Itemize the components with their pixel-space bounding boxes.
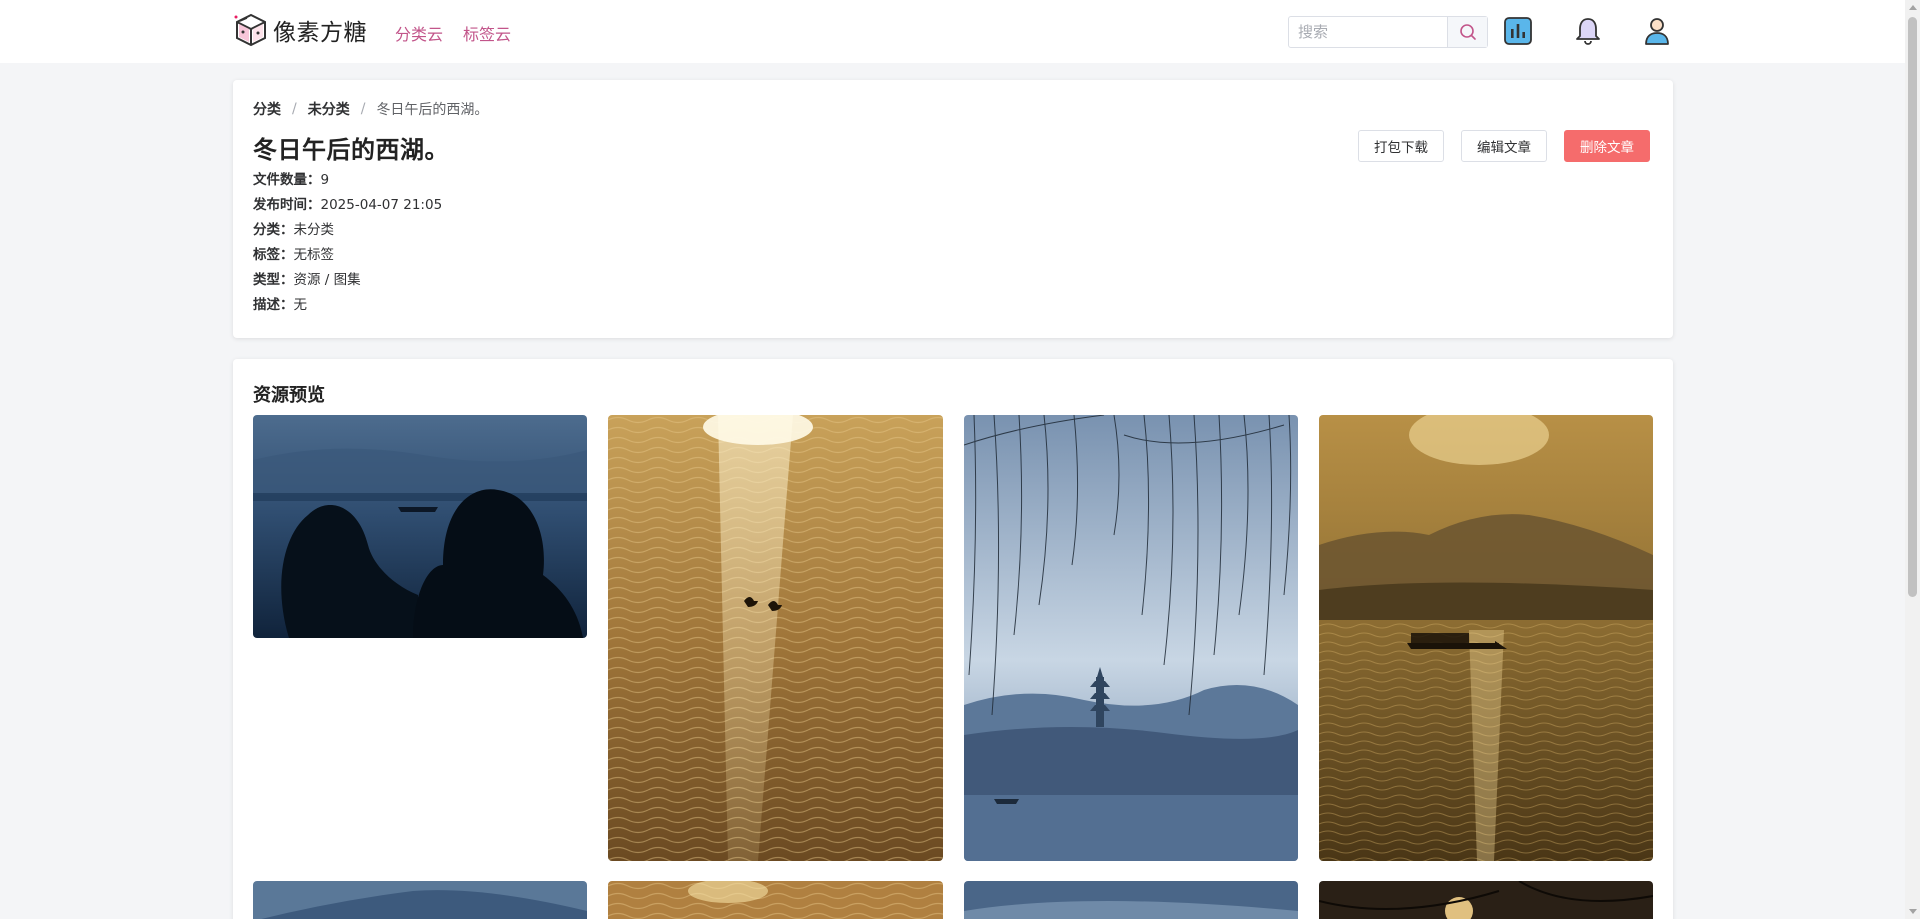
meta-value: 未分类 — [293, 222, 335, 238]
meta-value: 2025-04-07 21:05 — [320, 197, 443, 213]
scroll-down-arrow-icon[interactable] — [1909, 909, 1917, 914]
meta-value: 9 — [320, 172, 330, 188]
search-button[interactable] — [1447, 17, 1487, 47]
resource-preview-card: 资源预览 — [233, 359, 1673, 919]
delete-button[interactable]: 删除文章 — [1564, 130, 1650, 162]
meta-value: 无 — [293, 297, 308, 313]
meta-label: 类型： — [253, 272, 294, 288]
preview-image[interactable] — [964, 415, 1298, 861]
meta-value: 资源 / 图集 — [293, 272, 361, 288]
meta-value: 无标签 — [293, 247, 335, 263]
meta-label: 文件数量： — [253, 172, 321, 188]
search-input[interactable] — [1289, 17, 1447, 47]
breadcrumb-uncategorized[interactable]: 未分类 — [308, 99, 350, 119]
scroll-up-arrow-icon[interactable] — [1909, 5, 1917, 10]
breadcrumb-current: 冬日午后的西湖。 — [376, 102, 489, 118]
meta-tags: 标签：无标签 — [253, 243, 334, 263]
preview-image[interactable] — [253, 881, 587, 919]
meta-publish-time: 发布时间：2025-04-07 21:05 — [253, 193, 442, 213]
page-scrollbar[interactable] — [1905, 0, 1920, 919]
preview-image[interactable] — [608, 415, 943, 861]
breadcrumb-separator: / — [360, 101, 366, 117]
breadcrumb-separator: / — [292, 101, 297, 117]
stats-icon[interactable] — [1502, 15, 1534, 47]
scroll-thumb[interactable] — [1908, 17, 1917, 597]
meta-category: 分类：未分类 — [253, 218, 334, 238]
user-icon[interactable] — [1641, 15, 1673, 47]
download-button[interactable]: 打包下载 — [1358, 130, 1444, 162]
site-logo[interactable]: 像素方糖 — [233, 12, 367, 48]
preview-image[interactable] — [608, 881, 943, 919]
meta-label: 标签： — [253, 247, 294, 263]
meta-type: 类型：资源 / 图集 — [253, 268, 361, 288]
article-title: 冬日午后的西湖。 — [253, 136, 449, 164]
bell-icon[interactable] — [1572, 15, 1604, 47]
nav-tag-cloud[interactable]: 标签云 — [463, 21, 511, 45]
breadcrumb-category[interactable]: 分类 — [253, 99, 281, 119]
breadcrumb: 分类 / 未分类 / 冬日午后的西湖。 — [253, 99, 488, 119]
preview-image[interactable] — [964, 881, 1298, 919]
nav-category-cloud[interactable]: 分类云 — [395, 21, 443, 45]
search-icon — [1459, 24, 1476, 40]
edit-button[interactable]: 编辑文章 — [1461, 130, 1547, 162]
top-header: 像素方糖 分类云 标签云 — [0, 0, 1905, 63]
meta-description: 描述：无 — [253, 293, 307, 313]
meta-file-count: 文件数量：9 — [253, 168, 329, 188]
logo-text: 像素方糖 — [273, 20, 367, 46]
meta-label: 描述： — [253, 297, 294, 313]
preview-image[interactable] — [253, 415, 587, 638]
preview-image[interactable] — [1319, 881, 1653, 919]
meta-label: 发布时间： — [253, 197, 321, 213]
preview-image[interactable] — [1319, 415, 1653, 861]
logo-icon — [234, 13, 266, 47]
article-info-card: 分类 / 未分类 / 冬日午后的西湖。 冬日午后的西湖。 文件数量：9 发布时间… — [233, 80, 1673, 338]
section-title: 资源预览 — [253, 385, 325, 406]
search-box — [1288, 16, 1488, 48]
meta-label: 分类： — [253, 222, 294, 238]
